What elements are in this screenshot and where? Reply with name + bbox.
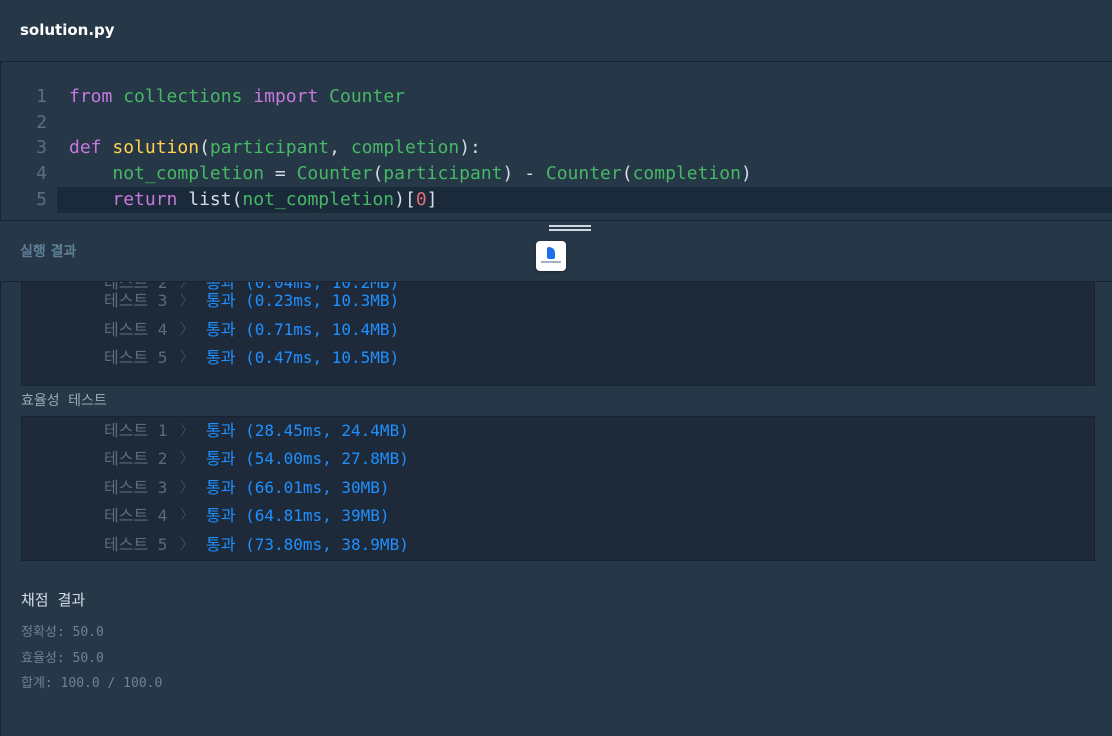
results-title: 실행 결과: [20, 244, 77, 260]
test-row[interactable]: 테스트 5 〉 통과 (73.80ms, 38.9MB): [22, 531, 1094, 559]
efficiency-section-title: 효율성 테스트: [21, 393, 107, 409]
test-label: 테스트 1: [104, 421, 168, 440]
test-result: 통과 (54.00ms, 27.8MB): [206, 449, 409, 468]
code-token: ]: [426, 189, 438, 210]
code-token: 0: [415, 189, 427, 210]
file-tab-solution-py[interactable]: solution.py: [20, 21, 115, 39]
test-row[interactable]: 테스트 2 〉 통과 (54.00ms, 27.8MB): [22, 445, 1094, 473]
line-number: 1: [36, 86, 47, 107]
test-result: 통과 (66.01ms, 30MB): [206, 478, 390, 497]
test-row[interactable]: 테스트 5 〉 통과 (0.47ms, 10.5MB): [22, 344, 1094, 372]
results-header: 실행 결과: [0, 220, 1112, 282]
line-number: 4: [36, 163, 47, 184]
resize-handle-icon[interactable]: [549, 225, 591, 235]
test-result: 통과 (0.47ms, 10.5MB): [206, 348, 400, 367]
code-token: ) -: [502, 163, 546, 184]
code-token: Counter: [545, 163, 622, 184]
code-token: ,: [329, 137, 351, 158]
test-label: 테스트 4: [104, 320, 168, 339]
score-accuracy: 정확성: 50.0: [21, 625, 104, 640]
test-row[interactable]: 테스트 1 〉 통과 (28.45ms, 24.4MB): [22, 417, 1094, 445]
results-output: 테스트 2 〉 통과 (0.04ms, 10.2MB) 테스트 3 〉 통과 (0.23m…: [0, 282, 1112, 736]
code-token: import: [253, 86, 319, 107]
test-result: 통과 (73.80ms, 38.9MB): [206, 535, 409, 554]
code-token: Counter: [329, 86, 405, 107]
code-token: participant: [383, 163, 503, 184]
code-token: collections: [123, 86, 243, 107]
code-token: )[: [394, 189, 416, 210]
code-token: (: [372, 163, 384, 184]
chevron-right-icon: 〉: [180, 480, 194, 496]
code-token: not_completion: [112, 163, 265, 184]
code-token: completion: [632, 163, 741, 184]
chevron-right-icon: 〉: [180, 293, 194, 309]
code-token: solution: [112, 137, 200, 158]
code-token: def: [69, 137, 102, 158]
code-token: Counter: [296, 163, 373, 184]
code-line[interactable]: 1 from collections import Counter: [1, 84, 1112, 110]
code-line[interactable]: 2: [1, 110, 1112, 136]
code-text: from collections import Counter: [69, 84, 405, 110]
code-line[interactable]: 4 not_completion = Counter(participant) …: [1, 161, 1112, 187]
code-token: ): [740, 163, 752, 184]
code-text: def solution(participant, completion):: [69, 135, 481, 161]
score-efficiency: 효율성: 50.0: [21, 651, 104, 666]
code-token: (: [199, 137, 210, 158]
file-tab-bar: solution.py: [0, 0, 1112, 62]
test-result: 통과 (64.81ms, 39MB): [206, 506, 390, 525]
correctness-test-list: 테스트 2 〉 통과 (0.04ms, 10.2MB) 테스트 3 〉 통과 (0.23m…: [21, 282, 1095, 386]
test-row[interactable]: 테스트 3 〉 통과 (0.23ms, 10.3MB): [22, 287, 1094, 315]
code-token: not_completion: [242, 189, 395, 210]
code-token: ):: [459, 137, 481, 158]
score-title: 채점 결과: [21, 591, 86, 609]
code-line[interactable]: 3 def solution(participant, completion):: [1, 135, 1112, 161]
test-label: 테스트 5: [104, 348, 168, 367]
code-editor[interactable]: 1 from collections import Counter 2 3 def so…: [0, 62, 1112, 220]
test-row[interactable]: 테스트 4 〉 통과 (64.81ms, 39MB): [22, 502, 1094, 530]
test-label: 테스트 2: [104, 449, 168, 468]
code-line[interactable]: 5 return list(not_completion)[0]: [36, 187, 1112, 213]
code-text: return list(not_completion)[0]: [69, 187, 438, 213]
code-token: list(: [177, 189, 243, 210]
score-total: 합계: 100.0 / 100.0: [21, 676, 163, 691]
test-result: 통과 (0.71ms, 10.4MB): [206, 320, 400, 339]
chevron-right-icon: 〉: [180, 423, 194, 439]
app-logo-icon[interactable]: [536, 241, 566, 271]
line-number: 2: [36, 112, 47, 133]
test-label: 테스트 5: [104, 535, 168, 554]
test-result: 통과 (28.45ms, 24.4MB): [206, 421, 409, 440]
line-number: 3: [36, 137, 47, 158]
test-label: 테스트 3: [104, 478, 168, 497]
chevron-right-icon: 〉: [180, 322, 194, 338]
code-token: (: [621, 163, 633, 184]
code-text: not_completion = Counter(participant) - …: [69, 161, 752, 187]
efficiency-test-list: 테스트 1 〉 통과 (28.45ms, 24.4MB) 테스트 2 〉 통과 (54.0…: [21, 416, 1095, 561]
chevron-right-icon: 〉: [180, 537, 194, 553]
code-token: return: [112, 189, 178, 210]
chevron-right-icon: 〉: [180, 451, 194, 467]
code-token: completion: [350, 137, 460, 158]
chevron-right-icon: 〉: [180, 508, 194, 524]
test-label: 테스트 4: [104, 506, 168, 525]
line-number: 5: [36, 189, 47, 210]
code-token: =: [264, 163, 297, 184]
code-token: participant: [209, 137, 330, 158]
chevron-right-icon: 〉: [180, 350, 194, 366]
test-row[interactable]: 테스트 4 〉 통과 (0.71ms, 10.4MB): [22, 316, 1094, 344]
test-result: 통과 (0.23ms, 10.3MB): [206, 291, 400, 310]
test-row[interactable]: 테스트 3 〉 통과 (66.01ms, 30MB): [22, 474, 1094, 502]
code-token: from: [69, 86, 113, 107]
test-label: 테스트 3: [104, 291, 168, 310]
